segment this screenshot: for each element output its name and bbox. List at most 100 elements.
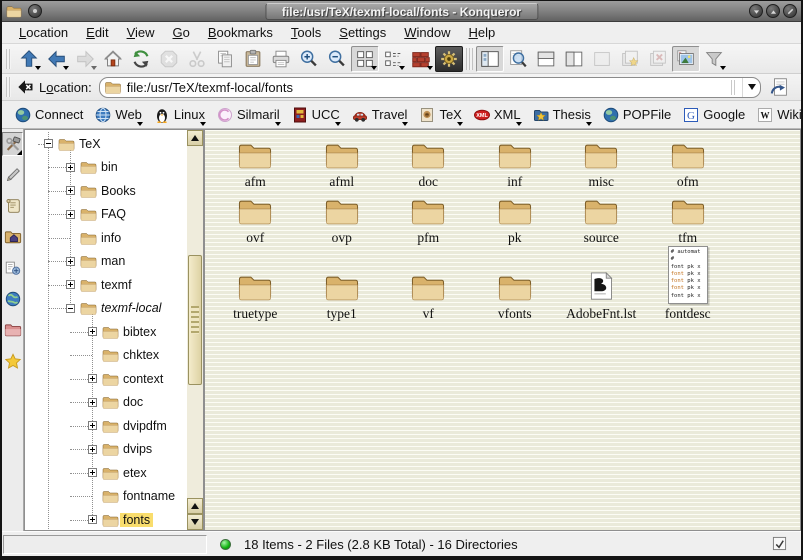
active-view-marker-icon[interactable] — [772, 536, 788, 552]
file-item-truetype[interactable]: truetype — [212, 242, 299, 322]
expand-plus-icon[interactable] — [66, 210, 75, 219]
up-arrow-button[interactable] — [15, 46, 43, 72]
sidebar-tab-history-scroll[interactable] — [2, 194, 23, 218]
scrollbar-thumb[interactable] — [188, 255, 202, 385]
menu-go[interactable]: Go — [164, 23, 199, 42]
list-view-button[interactable] — [379, 46, 407, 72]
tree-item-bin[interactable]: bin — [25, 156, 187, 180]
sidebar-toggle-button[interactable] — [476, 46, 504, 72]
menu-settings[interactable]: Settings — [330, 23, 395, 42]
file-item-ovf[interactable]: ovf — [212, 192, 299, 246]
expand-plus-icon[interactable] — [66, 280, 75, 289]
menu-help[interactable]: Help — [460, 23, 505, 42]
location-toolbar-grip[interactable] — [6, 77, 11, 97]
bookmark-wikipedia[interactable]: WWikipedia — [752, 105, 803, 125]
file-item-vfonts[interactable]: vfonts — [472, 242, 559, 322]
paste-button[interactable] — [239, 46, 267, 72]
location-input[interactable]: file:/usr/TeX/texmf-local/fonts — [127, 80, 731, 95]
split-top-bottom-button[interactable] — [532, 46, 560, 72]
file-item-pk[interactable]: pk — [472, 192, 559, 246]
maximize-button[interactable] — [766, 4, 780, 18]
bookmark-ucc[interactable]: UCC — [287, 105, 347, 125]
sidebar-tab-pencil[interactable] — [2, 163, 23, 187]
scroll-up-button-bottom[interactable] — [187, 498, 203, 514]
expand-plus-icon[interactable] — [88, 374, 97, 383]
tree-item-man[interactable]: man — [25, 250, 187, 274]
expand-plus-icon[interactable] — [88, 468, 97, 477]
file-item-doc[interactable]: doc — [385, 136, 472, 190]
bricks-button[interactable] — [407, 46, 435, 72]
tree-item-texmf[interactable]: texmf — [25, 273, 187, 297]
collapse-minus-icon[interactable] — [44, 139, 53, 148]
tree-item-books[interactable]: Books — [25, 179, 187, 203]
tree-item-dvipdfm[interactable]: dvipdfm — [25, 414, 187, 438]
toolbar-grip[interactable] — [6, 49, 11, 69]
expand-plus-icon[interactable] — [88, 398, 97, 407]
tree-item-context[interactable]: context — [25, 367, 187, 391]
icon-view-button[interactable] — [351, 46, 379, 72]
back-arrow-button[interactable] — [43, 46, 71, 72]
zoom-in-button[interactable] — [295, 46, 323, 72]
menu-window[interactable]: Window — [395, 23, 459, 42]
menu-tools[interactable]: Tools — [282, 23, 330, 42]
tree-item-bibtex[interactable]: bibtex — [25, 320, 187, 344]
filter-button[interactable] — [700, 46, 728, 72]
bookmark-tex[interactable]: TeX — [414, 105, 468, 125]
expand-plus-icon[interactable] — [88, 327, 97, 336]
menu-view[interactable]: View — [118, 23, 164, 42]
menu-edit[interactable]: Edit — [77, 23, 117, 42]
tree-item-chktex[interactable]: chktex — [25, 344, 187, 368]
tree-item-fonts[interactable]: fonts — [25, 508, 187, 531]
expand-plus-icon[interactable] — [88, 421, 97, 430]
reload-button[interactable] — [127, 46, 155, 72]
expand-plus-icon[interactable] — [66, 186, 75, 195]
sidebar-tab-root-folder[interactable] — [2, 318, 23, 342]
split-left-right-button[interactable] — [560, 46, 588, 72]
tree-item-tex[interactable]: TeX — [25, 132, 187, 156]
sidebar-tab-bookmarks-star[interactable] — [2, 349, 23, 373]
location-combobox[interactable]: file:/usr/TeX/texmf-local/fonts — [99, 77, 761, 98]
expand-plus-icon[interactable] — [66, 257, 75, 266]
file-item-afml[interactable]: afml — [299, 136, 386, 190]
home-button[interactable] — [99, 46, 127, 72]
find-button[interactable] — [504, 46, 532, 72]
bookmark-connect[interactable]: Connect — [10, 105, 90, 125]
title-bar[interactable]: file:/usr/TeX/texmf-local/fonts - Konque… — [2, 1, 801, 22]
tree-item-dvips[interactable]: dvips — [25, 438, 187, 462]
tree-item-fontname[interactable]: fontname — [25, 485, 187, 509]
expand-plus-icon[interactable] — [88, 445, 97, 454]
file-item-inf[interactable]: inf — [472, 136, 559, 190]
go-button[interactable] — [767, 75, 793, 99]
scroll-up-button[interactable] — [187, 130, 203, 146]
file-item-adobefnt-lst[interactable]: AdobeFnt.lst — [558, 242, 645, 322]
previews-button[interactable] — [672, 46, 700, 72]
file-item-tfm[interactable]: tfm — [645, 192, 732, 246]
sidebar-tab-home-folder[interactable] — [2, 225, 23, 249]
sidebar-tab-network-globe[interactable] — [2, 287, 23, 311]
bookmark-silmaril[interactable]: Silmaril — [212, 105, 287, 125]
combo-grip[interactable] — [731, 80, 737, 95]
copy-button[interactable] — [211, 46, 239, 72]
menu-bookmarks[interactable]: Bookmarks — [199, 23, 282, 42]
bookmark-google[interactable]: GGoogle — [678, 105, 752, 125]
tree-scrollbar[interactable] — [187, 129, 204, 531]
minimize-button[interactable] — [749, 4, 763, 18]
file-item-afm[interactable]: afm — [212, 136, 299, 190]
expand-plus-icon[interactable] — [66, 163, 75, 172]
zoom-out-button[interactable] — [323, 46, 351, 72]
file-item-ovp[interactable]: ovp — [299, 192, 386, 246]
bookmark-web[interactable]: Web — [90, 105, 149, 125]
collapse-minus-icon[interactable] — [66, 304, 75, 313]
bookmark-travel[interactable]: Travel — [347, 105, 415, 125]
sidebar-tab-toolbox[interactable] — [2, 132, 23, 156]
file-item-fontdesc[interactable]: # automat#font pk xfont pk xfont pk xfon… — [645, 242, 732, 322]
bookmark-xml[interactable]: XMLXML — [469, 105, 528, 125]
file-item-vf[interactable]: vf — [385, 242, 472, 322]
file-item-misc[interactable]: misc — [558, 136, 645, 190]
bookmark-popfile[interactable]: POPFile — [598, 105, 678, 125]
close-button[interactable] — [783, 4, 797, 18]
tree-item-doc[interactable]: doc — [25, 391, 187, 415]
file-item-ofm[interactable]: ofm — [645, 136, 732, 190]
gear-logo-button[interactable] — [435, 46, 463, 72]
bookmark-thesis[interactable]: Thesis — [528, 105, 598, 125]
